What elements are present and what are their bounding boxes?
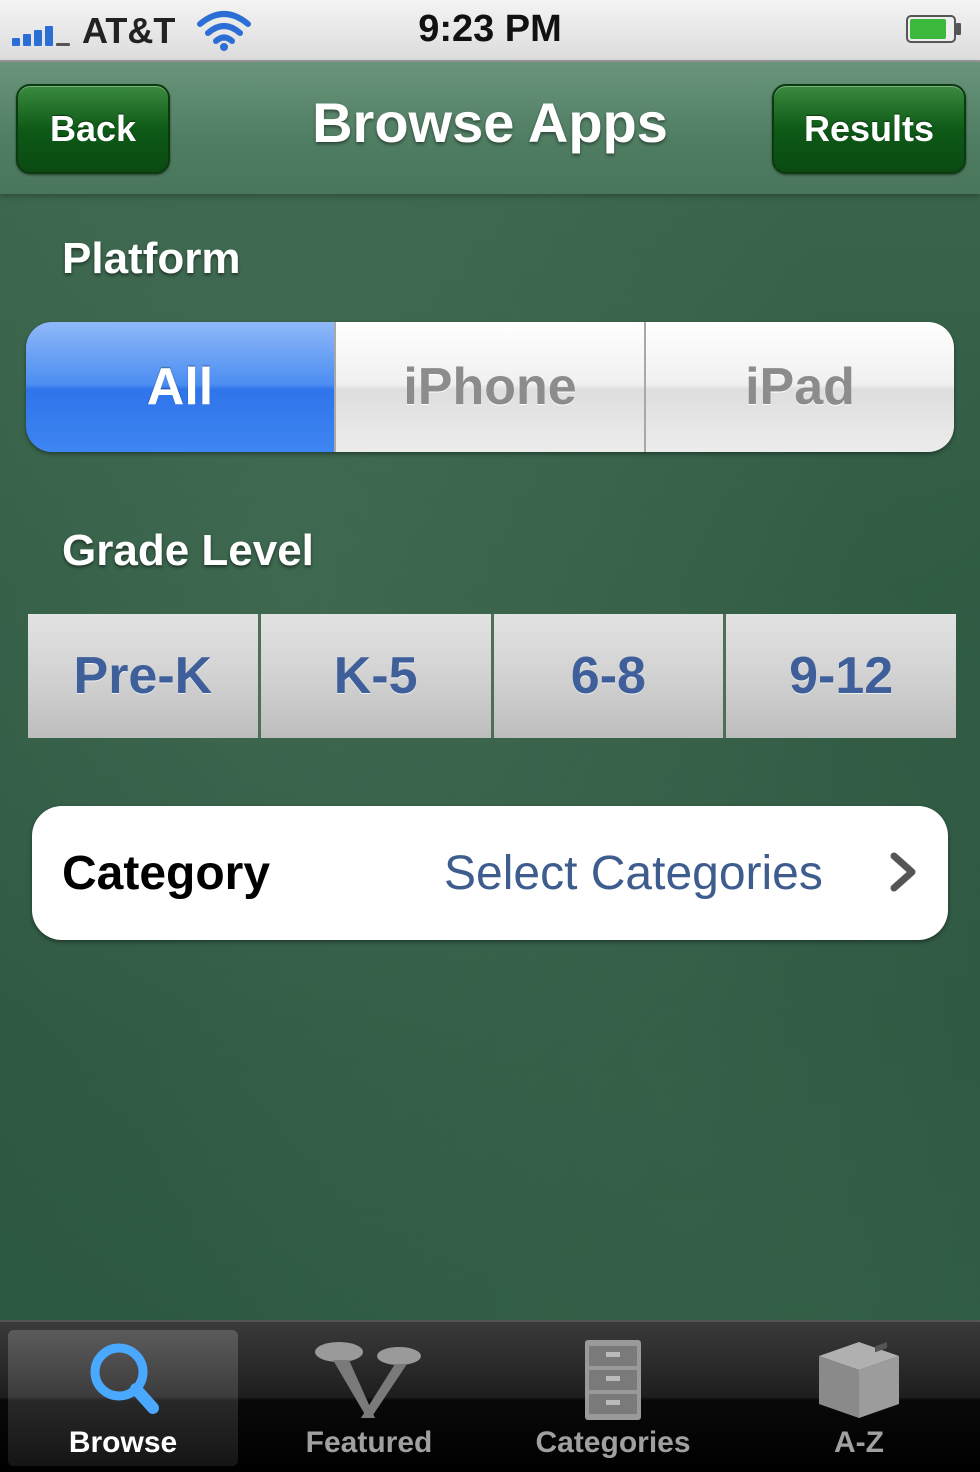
grade-level-label: Grade Level [62,526,314,575]
tab-browse-label: Browse [68,1426,178,1459]
back-button[interactable]: Back [16,84,170,174]
platform-label: Platform [62,234,241,283]
tab-featured-label: Featured [305,1426,433,1459]
battery-icon [906,15,961,43]
platform-segmented-control: All iPhone iPad [26,322,954,452]
featured-icon [315,1342,421,1418]
category-value: Select Categories [444,847,823,900]
category-label: Category [62,847,271,900]
platform-option-iphone[interactable]: iPhone [334,322,644,452]
grade-button-6-8[interactable]: 6-8 [490,614,724,738]
tab-browse[interactable]: Browse [8,1330,238,1466]
tab-featured[interactable]: Featured [254,1330,484,1466]
tab-categories[interactable]: Categories [498,1330,728,1466]
tab-bar: Browse Featured Categories A-Z [0,1320,980,1472]
app-screen: AT&T 9:23 PM Back Browse Apps Results Pl… [0,0,980,1472]
chevron-right-icon [890,852,916,892]
cabinet-icon [585,1340,641,1420]
platform-option-ipad[interactable]: iPad [644,322,954,452]
platform-option-all[interactable]: All [26,322,334,452]
grade-level-buttons: Pre-K K-5 6-8 9-12 [28,614,956,738]
tab-a-z-label: A-Z [834,1426,884,1459]
category-row[interactable]: Category Select Categories [32,806,948,940]
page-title: Browse Apps [312,91,668,154]
tab-a-z[interactable]: A-Z [744,1330,974,1466]
tab-categories-label: Categories [535,1426,691,1459]
grade-button-9-12[interactable]: 9-12 [723,614,956,738]
results-button[interactable]: Results [772,84,966,174]
navigation-bar: Back Browse Apps Results [0,62,980,194]
status-bar: AT&T 9:23 PM [0,0,980,62]
grade-button-k-5[interactable]: K-5 [257,614,491,738]
grade-button-pre-k[interactable]: Pre-K [28,614,258,738]
status-time: 9:23 PM [418,8,562,50]
box-icon [819,1341,899,1418]
search-icon [90,1343,159,1414]
